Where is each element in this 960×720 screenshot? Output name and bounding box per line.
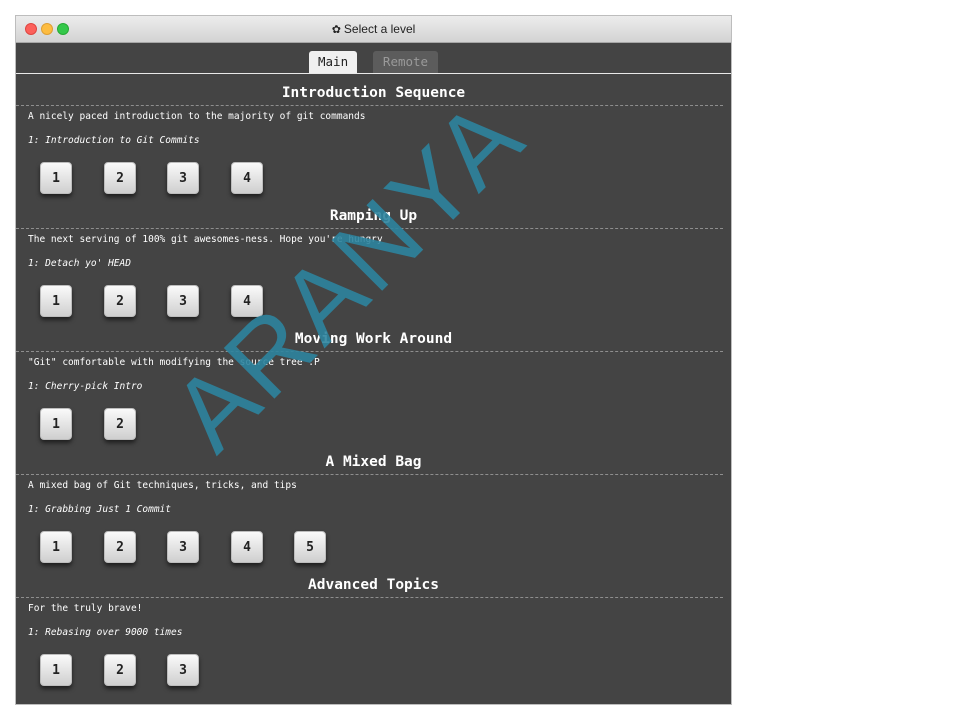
- window-title-text: Select a level: [343, 22, 416, 36]
- level-button[interactable]: 3: [167, 654, 199, 686]
- tab-main[interactable]: Main: [309, 51, 357, 73]
- section-ramping-up: Ramping Up The next serving of 100% git …: [16, 197, 731, 320]
- level-button[interactable]: 3: [167, 162, 199, 194]
- section-subtitle: 1: Introduction to Git Commits: [28, 135, 200, 146]
- section-subtitle: 1: Rebasing over 9000 times: [28, 627, 183, 638]
- section-divider: [16, 351, 723, 352]
- level-button[interactable]: 3: [167, 285, 199, 317]
- section-description: A nicely paced introduction to the major…: [28, 111, 366, 122]
- level-button[interactable]: 4: [231, 285, 263, 317]
- section-advanced-topics: Advanced Topics For the truly brave! 1: …: [16, 566, 731, 689]
- section-title: Moving Work Around: [294, 331, 453, 347]
- gear-icon: ✿: [331, 24, 341, 36]
- section-subtitle: 1: Detach yo' HEAD: [28, 258, 131, 269]
- section-title: Ramping Up: [329, 208, 418, 224]
- section-moving-work-around: Moving Work Around "Git" comfortable wit…: [16, 320, 731, 443]
- section-divider: [16, 228, 723, 229]
- level-button[interactable]: 2: [104, 654, 136, 686]
- section-a-mixed-bag: A Mixed Bag A mixed bag of Git technique…: [16, 443, 731, 566]
- level-button[interactable]: 1: [40, 654, 72, 686]
- section-title: Introduction Sequence: [281, 85, 466, 101]
- level-button[interactable]: 2: [104, 162, 136, 194]
- window-title: ✿ Select a level: [16, 22, 731, 36]
- level-button[interactable]: 2: [104, 408, 136, 440]
- section-divider: [16, 105, 723, 106]
- level-button[interactable]: 2: [104, 285, 136, 317]
- section-description: A mixed bag of Git techniques, tricks, a…: [28, 480, 297, 491]
- section-description: "Git" comfortable with modifying the sou…: [28, 357, 320, 368]
- tab-bar: Main Remote: [16, 51, 731, 73]
- level-button[interactable]: 1: [40, 408, 72, 440]
- level-select-window: ✿ Select a level Main Remote Introduction…: [16, 16, 731, 704]
- level-button[interactable]: 5: [294, 531, 326, 563]
- section-divider: [16, 474, 723, 475]
- level-button[interactable]: 1: [40, 162, 72, 194]
- level-button[interactable]: 3: [167, 531, 199, 563]
- section-subtitle: 1: Cherry-pick Intro: [28, 381, 143, 392]
- section-description: For the truly brave!: [28, 603, 143, 614]
- section-title: A Mixed Bag: [325, 454, 422, 470]
- section-divider: [16, 597, 723, 598]
- section-description: The next serving of 100% git awesomes-ne…: [28, 234, 383, 245]
- level-list: Introduction Sequence A nicely paced int…: [16, 74, 731, 704]
- section-subtitle: 1: Grabbing Just 1 Commit: [28, 504, 171, 515]
- tab-remote[interactable]: Remote: [373, 51, 438, 73]
- section-introduction-sequence: Introduction Sequence A nicely paced int…: [16, 74, 731, 197]
- level-button[interactable]: 1: [40, 285, 72, 317]
- level-button[interactable]: 1: [40, 531, 72, 563]
- level-button[interactable]: 4: [231, 162, 263, 194]
- section-title: Advanced Topics: [308, 577, 439, 593]
- level-button[interactable]: 4: [231, 531, 263, 563]
- titlebar: ✿ Select a level: [16, 16, 731, 43]
- level-button[interactable]: 2: [104, 531, 136, 563]
